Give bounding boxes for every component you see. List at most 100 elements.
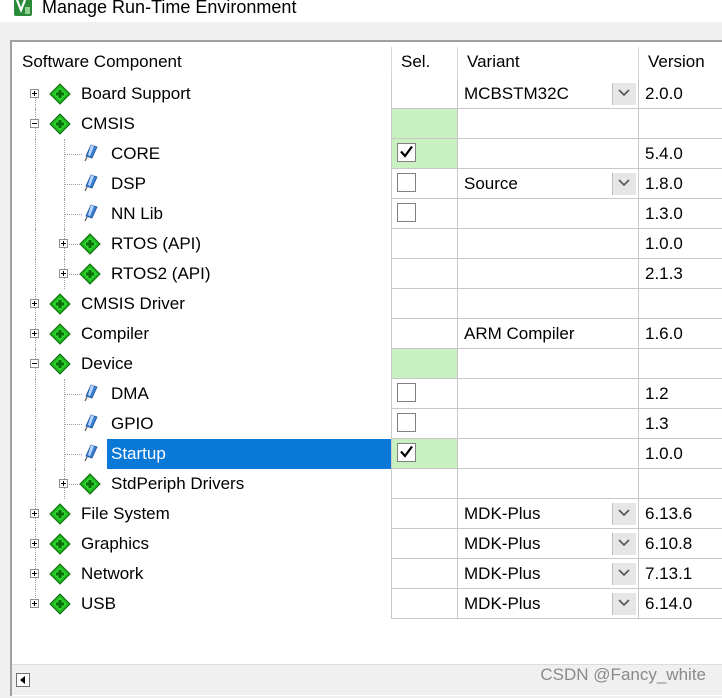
chevron-down-icon[interactable] <box>612 593 636 615</box>
gem-icon <box>49 593 71 615</box>
tree-row[interactable]: CMSIS <box>12 109 722 139</box>
version-cell: 6.10.8 <box>638 529 722 559</box>
gem-icon <box>79 473 101 495</box>
checkbox-checked[interactable] <box>397 143 416 162</box>
variant-cell[interactable]: MDK-Plus <box>457 529 638 559</box>
checkbox[interactable] <box>397 173 416 192</box>
tree-row[interactable]: CORE 5.4.0 <box>12 139 722 169</box>
tree-row[interactable]: DMA 1.2 <box>12 379 722 409</box>
component-name[interactable]: Graphics <box>81 529 149 559</box>
component-name[interactable]: Board Support <box>81 79 191 109</box>
scroll-left-icon[interactable] <box>16 673 30 687</box>
tree-row[interactable]: Compiler ARM Compiler 1.6.0 <box>12 319 722 349</box>
tree-row[interactable]: RTOS (API) 1.0.0 <box>12 229 722 259</box>
version-cell: 1.3 <box>638 409 722 439</box>
variant-cell[interactable]: MDK-Plus <box>457 559 638 589</box>
chevron-down-icon[interactable] <box>612 533 636 555</box>
component-name[interactable]: StdPeriph Drivers <box>111 469 244 499</box>
sel-cell[interactable] <box>391 379 457 409</box>
variant-cell[interactable]: MCBSTM32C <box>457 79 638 109</box>
collapse-icon[interactable] <box>30 119 39 128</box>
expand-icon[interactable] <box>59 479 68 488</box>
tree-row[interactable]: CMSIS Driver <box>12 289 722 319</box>
component-name[interactable]: Compiler <box>81 319 149 349</box>
tree-row[interactable]: Startup 1.0.0 <box>12 439 722 469</box>
sel-cell[interactable] <box>391 169 457 199</box>
sel-cell[interactable] <box>391 199 457 229</box>
component-name[interactable]: RTOS2 (API) <box>111 259 211 289</box>
header-variant[interactable]: Variant <box>457 45 638 79</box>
pin-icon <box>82 444 98 462</box>
tree-row[interactable]: Board Support MCBSTM32C 2.0.0 <box>12 79 722 109</box>
component-name[interactable]: USB <box>81 589 116 619</box>
header-sel[interactable]: Sel. <box>391 45 457 79</box>
sel-cell <box>391 229 457 259</box>
tree-row[interactable]: Network MDK-Plus 7.13.1 <box>12 559 722 589</box>
header-version[interactable]: Version <box>638 45 722 79</box>
variant-cell[interactable]: MDK-Plus <box>457 499 638 529</box>
variant-value[interactable]: Source <box>464 169 518 199</box>
checkmark-icon <box>400 145 413 158</box>
expand-icon[interactable] <box>30 539 39 548</box>
chevron-down-icon[interactable] <box>612 83 636 105</box>
tree-row[interactable]: USB MDK-Plus 6.14.0 <box>12 589 722 619</box>
variant-cell[interactable]: MDK-Plus <box>457 589 638 619</box>
expand-icon[interactable] <box>30 569 39 578</box>
gem-icon <box>49 563 71 585</box>
version-value: 6.10.8 <box>645 534 693 553</box>
expand-icon[interactable] <box>30 299 39 308</box>
checkbox[interactable] <box>397 413 416 432</box>
variant-value[interactable]: MDK-Plus <box>464 529 541 559</box>
sel-cell[interactable] <box>391 409 457 439</box>
expand-icon[interactable] <box>30 509 39 518</box>
sel-cell[interactable] <box>391 139 457 169</box>
chevron-down-icon[interactable] <box>612 503 636 525</box>
component-name[interactable]: File System <box>81 499 170 529</box>
tree-row[interactable]: StdPeriph Drivers <box>12 469 722 499</box>
checkbox[interactable] <box>397 383 416 402</box>
variant-value[interactable]: MDK-Plus <box>464 559 541 589</box>
tree-row[interactable]: NN Lib 1.3.0 <box>12 199 722 229</box>
header-software-component[interactable]: Software Component <box>12 45 391 79</box>
checkbox[interactable] <box>397 203 416 222</box>
component-name[interactable]: CMSIS Driver <box>81 289 185 319</box>
chevron-down-icon[interactable] <box>612 173 636 195</box>
variant-value[interactable]: MCBSTM32C <box>464 79 569 109</box>
tree-row[interactable]: RTOS2 (API) 2.1.3 <box>12 259 722 289</box>
component-name[interactable]: DSP <box>111 169 146 199</box>
expand-icon[interactable] <box>59 269 68 278</box>
tree-row[interactable]: DSP Source 1.8.0 <box>12 169 722 199</box>
variant-value[interactable]: MDK-Plus <box>464 589 541 619</box>
component-name[interactable]: GPIO <box>111 409 154 439</box>
chevron-down-icon[interactable] <box>612 563 636 585</box>
gem-icon <box>49 503 71 525</box>
component-name[interactable]: Device <box>81 349 133 379</box>
version-value: 1.3 <box>645 414 669 433</box>
component-name[interactable]: CORE <box>111 139 160 169</box>
sel-cell[interactable] <box>391 439 457 469</box>
component-name[interactable]: DMA <box>111 379 149 409</box>
variant-cell[interactable]: Source <box>457 169 638 199</box>
tree-row[interactable]: Device <box>12 349 722 379</box>
checkbox-checked[interactable] <box>397 443 416 462</box>
component-cell: DMA <box>12 379 391 409</box>
version-value: 1.0.0 <box>645 234 683 253</box>
component-name[interactable]: Startup <box>111 439 166 469</box>
variant-value[interactable]: MDK-Plus <box>464 499 541 529</box>
expand-icon[interactable] <box>59 239 68 248</box>
collapse-icon[interactable] <box>30 359 39 368</box>
component-name[interactable]: CMSIS <box>81 109 135 139</box>
tree-row[interactable]: GPIO 1.3 <box>12 409 722 439</box>
component-name[interactable]: NN Lib <box>111 199 163 229</box>
tree-row[interactable]: Graphics MDK-Plus 6.10.8 <box>12 529 722 559</box>
component-name[interactable]: RTOS (API) <box>111 229 201 259</box>
version-cell: 1.0.0 <box>638 439 722 469</box>
expand-icon[interactable] <box>30 599 39 608</box>
tree-row[interactable]: File System MDK-Plus 6.13.6 <box>12 499 722 529</box>
component-tree-grid[interactable]: Software Component Sel. Variant Version … <box>10 40 722 696</box>
component-cell: StdPeriph Drivers <box>12 469 391 499</box>
version-cell: 2.1.3 <box>638 259 722 289</box>
component-name[interactable]: Network <box>81 559 143 589</box>
expand-icon[interactable] <box>30 89 39 98</box>
expand-icon[interactable] <box>30 329 39 338</box>
